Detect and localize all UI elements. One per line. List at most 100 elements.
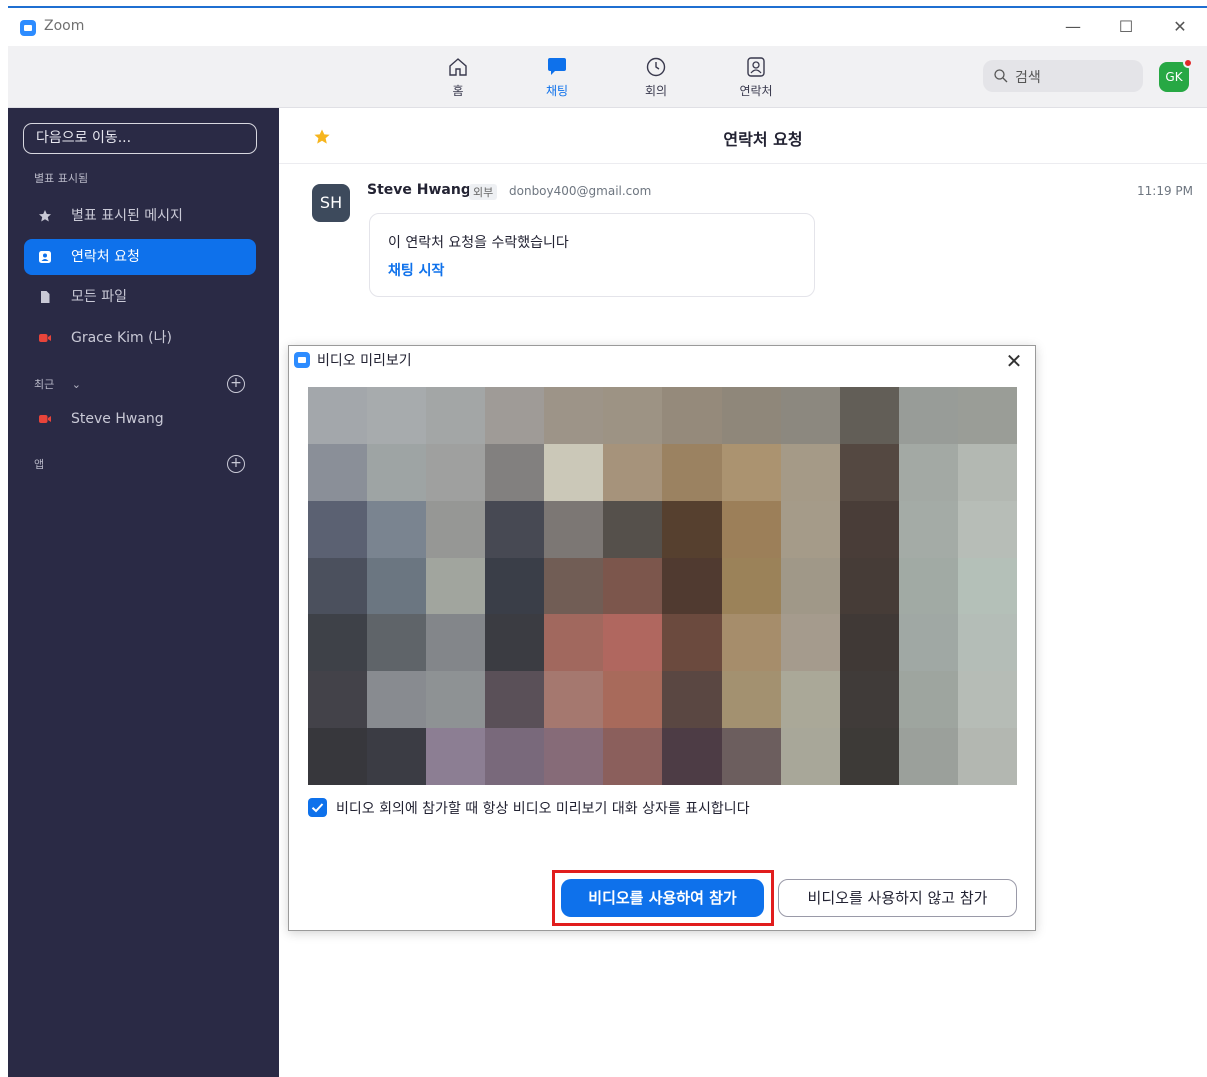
tab-chat[interactable]: 채팅 bbox=[522, 56, 592, 102]
tab-meetings[interactable]: 회의 bbox=[621, 56, 691, 102]
check-icon bbox=[311, 803, 324, 813]
zoom-logo-icon bbox=[20, 20, 36, 36]
preview-pixel bbox=[957, 443, 1017, 501]
preview-pixel bbox=[308, 614, 368, 672]
search-input[interactable]: 검색 bbox=[983, 60, 1143, 92]
preview-pixel bbox=[367, 500, 427, 558]
user-avatar[interactable]: GK bbox=[1159, 58, 1193, 92]
recent-section-label: 최근 bbox=[34, 378, 55, 391]
tab-contacts[interactable]: 연락처 bbox=[721, 56, 791, 102]
preview-pixel bbox=[839, 671, 899, 729]
preview-pixel bbox=[308, 671, 368, 729]
preview-pixel bbox=[426, 557, 486, 615]
minimize-button[interactable]: — bbox=[1053, 14, 1093, 40]
video-preview bbox=[308, 387, 1017, 785]
sidebar-item-label: 연락처 요청 bbox=[71, 249, 140, 265]
preview-pixel bbox=[603, 557, 663, 615]
app-title: Zoom bbox=[44, 18, 85, 34]
dialog-title: 비디오 미리보기 bbox=[317, 353, 412, 369]
preview-pixel bbox=[426, 500, 486, 558]
sidebar-item-contact-requests[interactable]: 연락처 요청 bbox=[24, 239, 256, 275]
sender-email: donboy400@gmail.com bbox=[509, 184, 652, 198]
content-header: 연락처 요청 bbox=[279, 108, 1207, 164]
sidebar-item-label: Grace Kim (나) bbox=[71, 330, 172, 346]
preview-pixel bbox=[780, 614, 840, 672]
video-icon bbox=[39, 334, 51, 342]
preview-pixel bbox=[367, 728, 427, 785]
preview-pixel bbox=[898, 387, 958, 444]
preview-pixel bbox=[308, 500, 368, 558]
sidebar-item-label: Steve Hwang bbox=[71, 411, 164, 427]
preview-pixel bbox=[780, 387, 840, 444]
preview-pixel bbox=[898, 443, 958, 501]
dialog-close-button[interactable]: ✕ bbox=[1001, 348, 1027, 374]
start-chat-link[interactable]: 채팅 시작 bbox=[388, 260, 444, 280]
preview-pixel bbox=[367, 443, 427, 501]
avatar[interactable]: SH bbox=[312, 184, 350, 222]
preview-pixel bbox=[839, 614, 899, 672]
close-button[interactable]: ✕ bbox=[1160, 14, 1200, 40]
search-icon bbox=[994, 69, 1008, 83]
chevron-down-icon: ⌄ bbox=[71, 378, 81, 391]
user-initials: GK bbox=[1165, 70, 1183, 84]
preview-pixel bbox=[603, 614, 663, 672]
preview-pixel bbox=[603, 387, 663, 444]
preview-pixel bbox=[485, 557, 545, 615]
add-app-button[interactable]: + bbox=[227, 455, 245, 473]
home-icon bbox=[449, 58, 467, 76]
preview-pixel bbox=[544, 387, 604, 444]
chat-sidebar: 다음으로 이동... 별표 표시됨 별표 표시된 메시지 연락처 요청 모든 파… bbox=[8, 108, 279, 1077]
maximize-button[interactable]: ☐ bbox=[1106, 14, 1146, 40]
preview-pixel bbox=[485, 500, 545, 558]
preview-pixel bbox=[662, 387, 722, 444]
clock-icon bbox=[646, 57, 666, 77]
tab-contacts-label: 연락처 bbox=[739, 84, 773, 98]
preview-pixel bbox=[485, 728, 545, 785]
sidebar-item-self[interactable]: Grace Kim (나) bbox=[24, 320, 256, 356]
preview-pixel bbox=[957, 500, 1017, 558]
contact-card-icon bbox=[39, 251, 51, 263]
sidebar-item-steve-hwang[interactable]: Steve Hwang bbox=[24, 401, 256, 437]
tab-chat-label: 채팅 bbox=[545, 84, 569, 98]
external-badge: 외부 bbox=[469, 184, 498, 200]
chat-icon bbox=[548, 58, 566, 75]
preview-pixel bbox=[603, 500, 663, 558]
preview-pixel bbox=[662, 671, 722, 729]
join-with-video-button[interactable]: 비디오를 사용하여 참가 bbox=[561, 879, 764, 917]
add-recent-button[interactable]: + bbox=[227, 375, 245, 393]
sender-name[interactable]: Steve Hwang bbox=[367, 182, 471, 198]
preview-pixel bbox=[721, 671, 781, 729]
video-icon bbox=[39, 415, 51, 423]
jump-to-input[interactable]: 다음으로 이동... bbox=[23, 123, 257, 154]
preview-pixel bbox=[544, 728, 604, 785]
preview-pixel bbox=[721, 500, 781, 558]
preview-pixel bbox=[721, 557, 781, 615]
tab-home[interactable]: 홈 bbox=[423, 56, 493, 102]
preview-pixel bbox=[544, 671, 604, 729]
preview-pixel bbox=[544, 500, 604, 558]
sidebar-item-all-files[interactable]: 모든 파일 bbox=[24, 279, 256, 315]
search-placeholder: 검색 bbox=[1015, 70, 1041, 86]
preview-pixel bbox=[721, 728, 781, 785]
preview-pixel bbox=[839, 387, 899, 444]
preview-pixel bbox=[662, 614, 722, 672]
preview-pixel bbox=[839, 557, 899, 615]
preview-pixel bbox=[308, 387, 368, 444]
message-card: 이 연락처 요청을 수락했습니다 채팅 시작 bbox=[369, 213, 815, 297]
preview-pixel bbox=[544, 557, 604, 615]
zoom-logo-icon bbox=[294, 352, 310, 368]
checkbox-label: 비디오 회의에 참가할 때 항상 비디오 미리보기 대화 상자를 표시합니다 bbox=[336, 801, 750, 817]
preview-pixel bbox=[957, 614, 1017, 672]
preview-pixel bbox=[780, 671, 840, 729]
preview-pixel bbox=[426, 443, 486, 501]
preview-pixel bbox=[957, 671, 1017, 729]
preview-pixel bbox=[662, 500, 722, 558]
preview-pixel bbox=[367, 557, 427, 615]
recent-section-header[interactable]: 최근 ⌄ bbox=[34, 376, 81, 392]
sidebar-item-starred-messages[interactable]: 별표 표시된 메시지 bbox=[24, 198, 256, 234]
join-without-video-button[interactable]: 비디오를 사용하지 않고 참가 bbox=[778, 879, 1017, 917]
preview-pixel bbox=[485, 387, 545, 444]
always-show-preview-checkbox[interactable] bbox=[308, 798, 327, 817]
preview-pixel bbox=[603, 443, 663, 501]
message-text: 이 연락처 요청을 수락했습니다 bbox=[388, 235, 569, 251]
